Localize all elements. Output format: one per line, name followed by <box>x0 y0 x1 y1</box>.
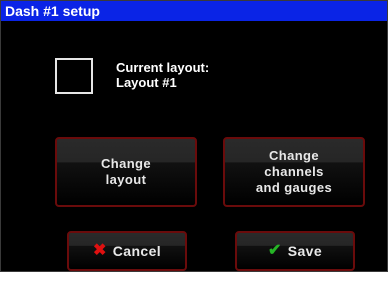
change-layout-label-line1: Change <box>100 156 152 171</box>
change-channels-button[interactable]: Change channels and gauges <box>223 137 365 207</box>
change-channels-label-line3: and gauges <box>255 180 333 195</box>
dash-setup-window: Dash #1 setup Current layout: Layout #1 … <box>0 0 388 272</box>
layout-preview-thumbnail <box>55 58 93 94</box>
cancel-button[interactable]: ✖ Cancel <box>67 231 187 271</box>
change-layout-label-line2: layout <box>105 172 147 187</box>
close-icon: ✖ <box>92 242 107 259</box>
title-bar: Dash #1 setup <box>1 1 387 21</box>
bottom-strip <box>0 272 388 292</box>
change-channels-label-line2: channels <box>264 164 324 179</box>
window-title: Dash #1 setup <box>5 3 100 19</box>
save-button[interactable]: ✔ Save <box>235 231 355 271</box>
change-layout-button[interactable]: Change layout <box>55 137 197 207</box>
change-channels-label-line1: Change <box>268 148 320 163</box>
current-layout-label: Current layout: <box>116 60 210 75</box>
current-layout-value: Layout #1 <box>116 75 177 90</box>
current-layout-info: Current layout: Layout #1 <box>116 60 209 90</box>
save-label: Save <box>287 243 323 259</box>
checkmark-icon: ✔ <box>267 242 282 259</box>
cancel-label: Cancel <box>112 243 162 259</box>
